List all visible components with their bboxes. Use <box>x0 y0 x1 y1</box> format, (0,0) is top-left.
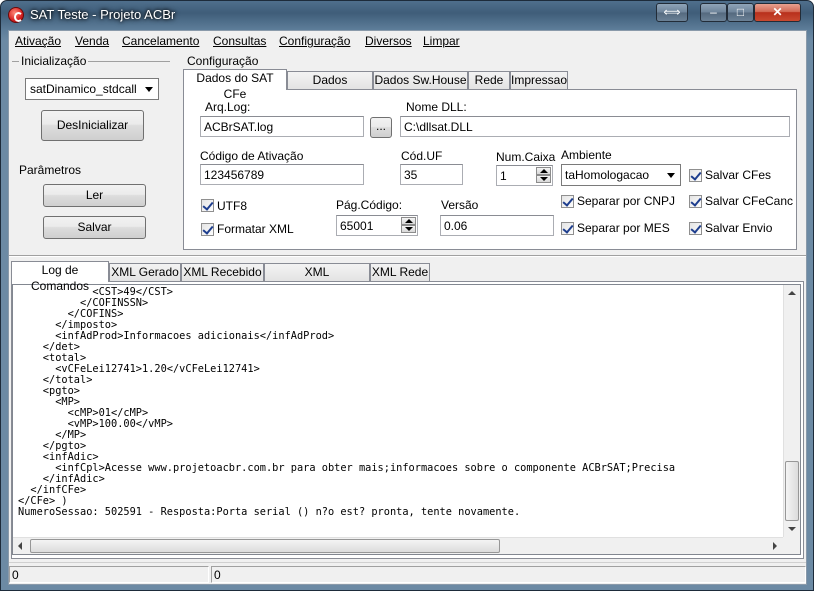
menu-bar: Ativação Venda Cancelamento Consultas Co… <box>9 31 806 51</box>
log-text[interactable]: <CST>49</CST> </COFINSSN> </COFINS> </im… <box>18 287 675 518</box>
pag-codigo-value: 65001 <box>340 219 374 233</box>
menu-venda[interactable]: Venda <box>75 34 109 48</box>
close-button[interactable]: ✕ <box>754 3 801 22</box>
tab-impressao[interactable]: Impressao <box>510 71 568 89</box>
salvar-envio-checkbox[interactable] <box>689 222 702 235</box>
app-window: SAT Teste - Projeto ACBr ⟺ – □ ✕ Ativaçã… <box>0 0 814 591</box>
num-caixa-value: 1 <box>500 169 507 183</box>
splitter[interactable] <box>9 255 806 257</box>
hscroll-thumb[interactable] <box>30 539 500 553</box>
spin-down-icon[interactable] <box>536 175 551 183</box>
title-bar[interactable]: SAT Teste - Projeto ACBr ⟺ – □ ✕ <box>1 1 813 29</box>
browse-button[interactable]: ... <box>370 117 392 138</box>
menu-configuracao[interactable]: Configuração <box>279 34 350 48</box>
num-caixa-label: Num.Caixa <box>496 150 556 164</box>
tab-dados-sw-house[interactable]: Dados Sw.House <box>373 71 468 89</box>
vscroll-thumb[interactable] <box>785 461 799 521</box>
tab-xml-gerado[interactable]: XML Gerado <box>109 263 181 281</box>
dll-label: Nome DLL: <box>406 100 467 114</box>
codigo-ativacao-label: Código de Ativação <box>200 149 304 163</box>
tab-rede[interactable]: Rede <box>468 71 510 89</box>
app-icon[interactable] <box>8 7 24 23</box>
versao-input[interactable]: 0.06 <box>440 215 554 236</box>
salvar-envio-label: Salvar Envio <box>705 221 773 235</box>
minimize-button[interactable]: – <box>700 3 727 22</box>
salvar-cfes-checkbox[interactable] <box>689 169 702 182</box>
tab-dados-sat-cfe[interactable]: Dados do SAT CFe <box>183 69 287 101</box>
spin-up-icon[interactable] <box>401 217 416 225</box>
arq-log-label: Arq.Log: <box>205 100 251 114</box>
save-button[interactable]: Salvar <box>43 216 146 239</box>
salvar-cfecanc-label: Salvar CFeCanc <box>705 194 794 208</box>
tab-xml-cancelamento[interactable]: XML Cancelamento <box>264 263 370 295</box>
separar-cnpj-label: Separar por CNPJ <box>577 194 676 208</box>
library-value: satDinamico_stdcall <box>30 82 137 96</box>
codigo-ativacao-input[interactable]: 123456789 <box>200 164 364 185</box>
menu-limpar[interactable]: Limpar <box>423 34 460 48</box>
cod-uf-input[interactable]: 35 <box>400 164 463 185</box>
init-group-label: Inicialização <box>19 54 89 68</box>
chevron-down-icon <box>145 87 153 92</box>
separar-mes-checkbox[interactable] <box>561 222 574 235</box>
menu-diversos[interactable]: Diversos <box>365 34 412 48</box>
scroll-corner <box>783 537 800 554</box>
utf8-label: UTF8 <box>217 199 247 213</box>
log-vscroll[interactable] <box>783 285 800 537</box>
params-group-label: Parâmetros <box>19 163 82 177</box>
num-caixa-input[interactable]: 1 <box>496 165 553 186</box>
tab-xml-rede[interactable]: XML Rede <box>370 263 430 281</box>
pag-codigo-input[interactable]: 65001 <box>336 215 418 236</box>
formatar-xml-label: Formatar XML <box>217 222 294 236</box>
ambiente-select[interactable]: taHomologacao <box>561 164 681 186</box>
ambiente-value: taHomologacao <box>565 168 650 182</box>
client-area: Ativação Venda Cancelamento Consultas Co… <box>8 30 807 585</box>
log-panel: <CST>49</CST> </COFINSSN> </COFINS> </im… <box>11 281 804 559</box>
chevron-down-icon <box>667 173 675 178</box>
salvar-cfecanc-checkbox[interactable] <box>689 195 702 208</box>
cod-uf-label: Cód.UF <box>401 149 443 163</box>
tab-log-comandos[interactable]: Log de Comandos <box>11 261 109 293</box>
utf8-checkbox[interactable] <box>201 199 214 212</box>
scroll-up-icon[interactable] <box>788 291 796 295</box>
formatar-xml-checkbox[interactable] <box>201 223 214 236</box>
status-panel-right: 0 <box>211 566 806 583</box>
window-title: SAT Teste - Projeto ACBr <box>30 7 176 22</box>
separar-mes-label: Separar por MES <box>577 221 670 235</box>
scroll-down-icon[interactable] <box>788 527 796 531</box>
log-memo[interactable]: <CST>49</CST> </COFINSSN> </COFINS> </im… <box>12 284 801 555</box>
arq-log-input[interactable]: ACBrSAT.log <box>200 116 364 137</box>
deinit-button[interactable]: DesInicializar <box>41 110 144 141</box>
dll-input[interactable]: C:\dllsat.DLL <box>400 116 790 137</box>
scroll-right-icon[interactable] <box>773 542 777 550</box>
status-bar: 0 0 <box>9 562 806 584</box>
read-button[interactable]: Ler <box>43 184 146 207</box>
tab-dados-emitente[interactable]: Dados Emitente <box>287 71 373 103</box>
menu-cancelamento[interactable]: Cancelamento <box>122 34 199 48</box>
library-select[interactable]: satDinamico_stdcall <box>25 78 159 100</box>
spin-up-icon[interactable] <box>536 167 551 175</box>
num-caixa-spinner[interactable] <box>536 167 551 184</box>
pag-codigo-spinner[interactable] <box>401 217 416 234</box>
status-panel-left: 0 <box>9 566 209 583</box>
pag-codigo-label: Pág.Código: <box>336 198 403 212</box>
salvar-cfes-label: Salvar CFes <box>705 168 772 182</box>
versao-label: Versão <box>441 198 479 212</box>
snap-button[interactable]: ⟺ <box>656 3 688 22</box>
tab-xml-recebido[interactable]: XML Recebido <box>181 263 264 281</box>
spin-down-icon[interactable] <box>401 225 416 233</box>
log-line: <infCpl>Acesse www.projetoacbr.com.br pa… <box>55 462 676 474</box>
log-line: NumeroSessao: 502591 - Resposta:Porta se… <box>18 506 521 518</box>
maximize-button[interactable]: □ <box>727 3 754 22</box>
log-hscroll[interactable] <box>13 537 783 554</box>
menu-consultas[interactable]: Consultas <box>213 34 266 48</box>
separar-cnpj-checkbox[interactable] <box>561 195 574 208</box>
scroll-left-icon[interactable] <box>18 542 22 550</box>
menu-ativacao[interactable]: Ativação <box>15 34 61 48</box>
ambiente-label: Ambiente <box>561 148 612 162</box>
config-group-label: Configuração <box>187 54 259 68</box>
